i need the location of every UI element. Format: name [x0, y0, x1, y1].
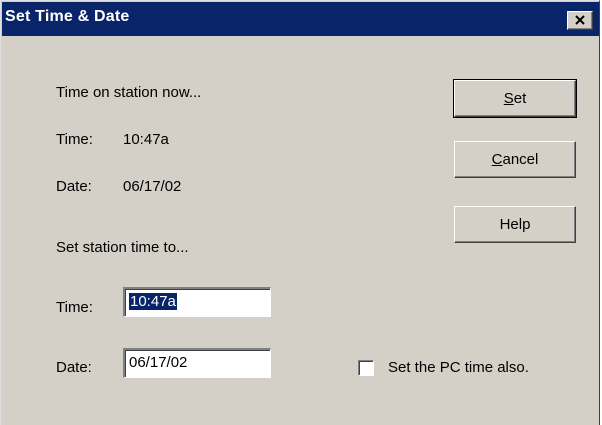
date-input[interactable]: 06/17/02: [123, 348, 271, 378]
cancel-button[interactable]: Cancel: [454, 141, 576, 178]
set-pc-time-checkbox[interactable]: [358, 360, 374, 376]
set-button-mnemonic: S: [503, 90, 514, 107]
set-button[interactable]: Set: [453, 79, 577, 118]
close-icon: [575, 15, 585, 25]
help-button-label: Help: [499, 216, 531, 233]
date-input-value: 06/17/02: [129, 354, 188, 371]
set-time-date-dialog: Set Time & Date Time on station now... T…: [0, 0, 600, 425]
close-button[interactable]: [567, 11, 593, 30]
time-input-value: 10:47a: [129, 293, 177, 310]
set-time-heading: Set station time to...: [56, 239, 189, 256]
current-time-heading: Time on station now...: [56, 84, 202, 101]
current-date-label: Date:: [56, 178, 92, 195]
time-input[interactable]: 10:47a: [123, 287, 271, 317]
cancel-button-label: ancel: [502, 151, 539, 168]
cancel-button-mnemonic: C: [491, 151, 503, 168]
current-time-value: 10:47a: [123, 131, 169, 148]
set-pc-time-label[interactable]: Set the PC time also.: [388, 359, 529, 376]
set-time-label: Time:: [56, 299, 93, 316]
title-bar[interactable]: Set Time & Date: [2, 2, 599, 36]
set-button-label: et: [513, 90, 527, 107]
current-date-value: 06/17/02: [123, 178, 182, 195]
set-date-label: Date:: [56, 359, 92, 376]
current-time-label: Time:: [56, 131, 93, 148]
help-button[interactable]: Help: [454, 206, 576, 243]
window-title: Set Time & Date: [5, 8, 130, 25]
